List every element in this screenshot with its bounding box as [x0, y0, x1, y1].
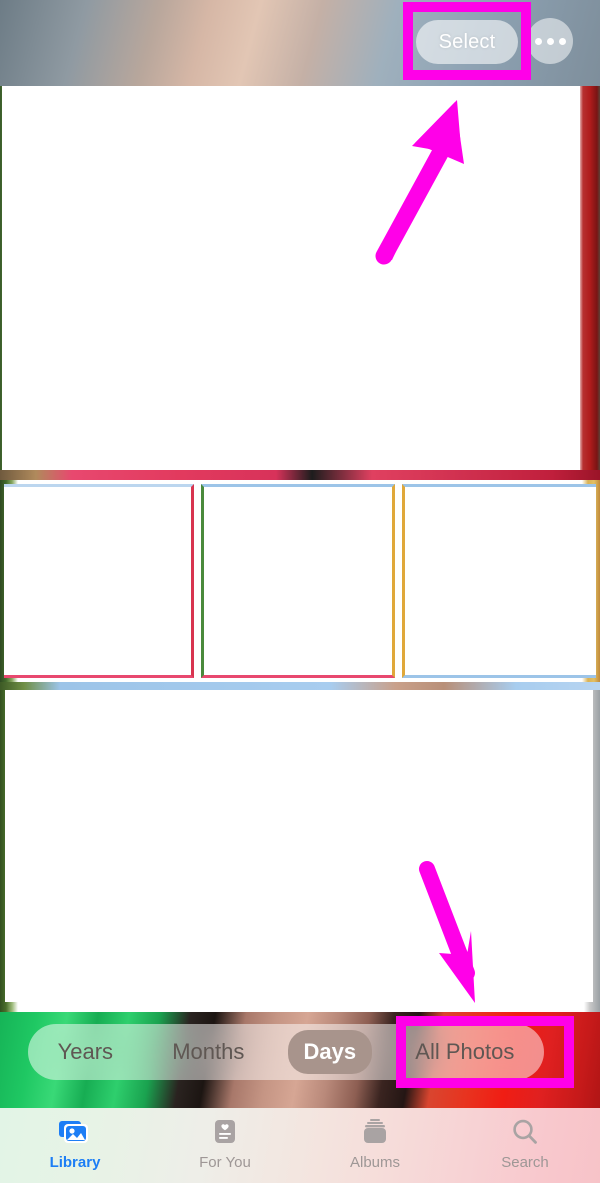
- tab-for-you-label: For You: [199, 1154, 251, 1171]
- ellipsis-icon-dot-1: [534, 37, 542, 45]
- tab-albums[interactable]: Albums: [300, 1116, 450, 1171]
- tab-search-label: Search: [501, 1154, 549, 1171]
- tab-albums-label: Albums: [349, 1154, 401, 1171]
- photos-app-screen: Select Years Months Days All Photos Libr…: [0, 0, 600, 1183]
- segment-days[interactable]: Days: [287, 1030, 373, 1074]
- tab-library[interactable]: Library: [0, 1116, 150, 1171]
- ellipsis-icon-dot-3: [558, 37, 566, 45]
- segment-years[interactable]: Years: [42, 1030, 129, 1074]
- thumbnail-3[interactable]: [402, 484, 596, 678]
- lower-photo-top-edge: [0, 682, 600, 690]
- tab-for-you[interactable]: For You: [150, 1116, 300, 1171]
- albums-stack-icon: [360, 1116, 390, 1148]
- ellipsis-icon-dot-2: [546, 37, 554, 45]
- for-you-card-icon: [211, 1116, 239, 1148]
- tab-library-label: Library: [49, 1154, 101, 1171]
- thumbnail-1[interactable]: [4, 484, 194, 678]
- tab-search[interactable]: Search: [450, 1116, 600, 1171]
- arrow-to-all-photos: [419, 861, 475, 1003]
- thumbnail-2[interactable]: [201, 484, 395, 678]
- more-options-button[interactable]: [527, 18, 573, 64]
- highlight-box-select: [403, 2, 531, 80]
- photo-thumbnail-row: [0, 480, 600, 682]
- bottom-tab-bar: Library For You Albums Search: [0, 1108, 600, 1183]
- arrow-to-select: [375, 100, 464, 265]
- search-icon: [510, 1116, 540, 1148]
- photo-stack-icon: [58, 1116, 92, 1148]
- hero-photo-bottom-edge: [0, 470, 600, 480]
- segment-months[interactable]: Months: [156, 1030, 260, 1074]
- highlight-box-all-photos: [396, 1016, 574, 1088]
